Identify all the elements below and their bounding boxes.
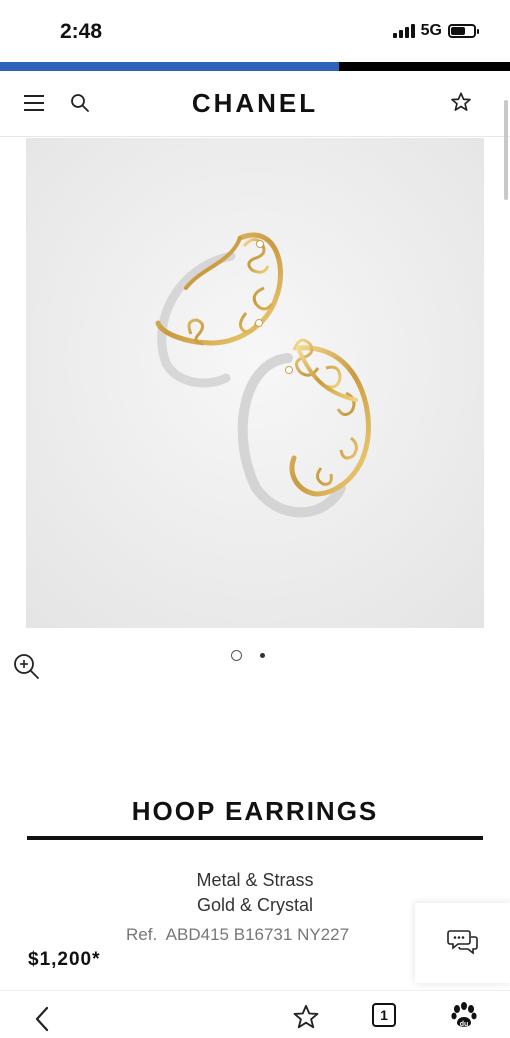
gallery-pagination [231, 650, 265, 661]
product-reference: Ref. ABD415 B16731 NY227 [126, 925, 350, 944]
brand-logo[interactable]: CHANEL [0, 88, 510, 119]
gallery-dot-active[interactable] [231, 650, 242, 661]
scrollbar[interactable] [504, 100, 508, 200]
page-load-progress [0, 62, 510, 71]
status-bar: 2:48 5G [0, 0, 510, 62]
product-price: $1,200* [28, 949, 101, 970]
site-header: CHANEL [0, 71, 510, 137]
battery-icon [448, 24, 479, 38]
product-image[interactable] [26, 138, 484, 628]
paw-icon[interactable]: du [450, 1001, 478, 1034]
signal-icon [392, 24, 415, 38]
status-indicators: 5G [392, 22, 479, 40]
network-type: 5G [420, 22, 442, 39]
svg-text:du: du [460, 1021, 469, 1028]
chat-button[interactable] [415, 903, 510, 983]
star-icon[interactable] [450, 91, 472, 113]
browser-toolbar: 1 du [0, 990, 510, 1037]
title-divider [27, 836, 483, 840]
back-chevron-icon[interactable] [32, 1005, 52, 1038]
chat-bubbles-icon [447, 930, 478, 955]
page-load-progress-fill [0, 62, 340, 71]
gallery-dot[interactable] [260, 653, 265, 658]
material-line: Metal & Strass [196, 870, 314, 890]
earrings-illustration [26, 138, 484, 628]
product-title: HOOP EARRINGS [131, 796, 379, 826]
star-outline-icon[interactable] [291, 1003, 321, 1036]
status-time: 2:48 [60, 20, 103, 43]
zoom-in-icon[interactable] [12, 652, 40, 680]
tabs-button[interactable]: 1 [372, 1003, 396, 1027]
